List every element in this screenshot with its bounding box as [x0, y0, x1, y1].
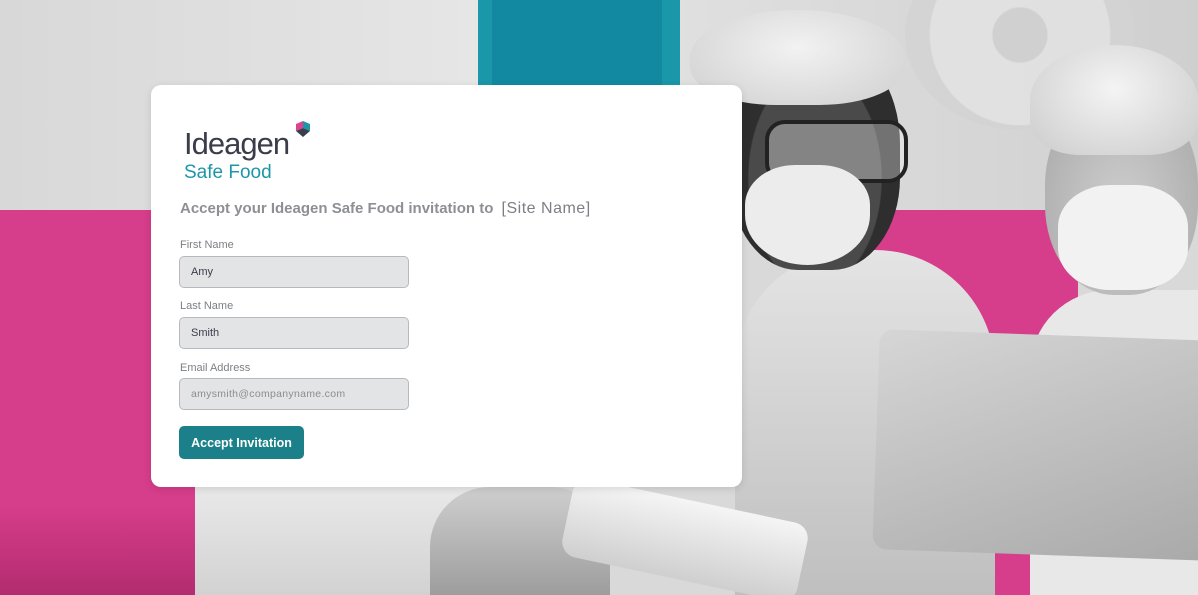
first-name-label: First Name — [180, 239, 234, 251]
laptop-image — [872, 329, 1198, 561]
face-mask-image — [745, 165, 870, 265]
logo-wordmark: Ideagen — [184, 126, 290, 161]
email-label: Email Address — [180, 362, 251, 374]
invitation-heading-text: Accept your Ideagen Safe Food invitation… — [180, 200, 494, 217]
logo-product-name: Safe Food — [184, 162, 272, 183]
invitation-heading: Accept your Ideagen Safe Food invitation… — [180, 200, 591, 218]
email-field[interactable] — [179, 378, 409, 410]
logo-arrow-icon — [296, 121, 310, 137]
bg-teal-block-inner — [492, 0, 662, 86]
invitation-card: Ideagen Safe Food Accept your Ideagen Sa… — [151, 85, 742, 487]
accept-invitation-button[interactable]: Accept Invitation — [179, 426, 304, 459]
site-name-placeholder: [Site Name] — [501, 200, 591, 217]
last-name-label: Last Name — [180, 300, 234, 312]
hairnet-image — [1030, 45, 1198, 155]
last-name-field[interactable] — [179, 317, 409, 349]
first-name-field[interactable] — [179, 256, 409, 288]
face-mask-image — [1058, 185, 1188, 290]
